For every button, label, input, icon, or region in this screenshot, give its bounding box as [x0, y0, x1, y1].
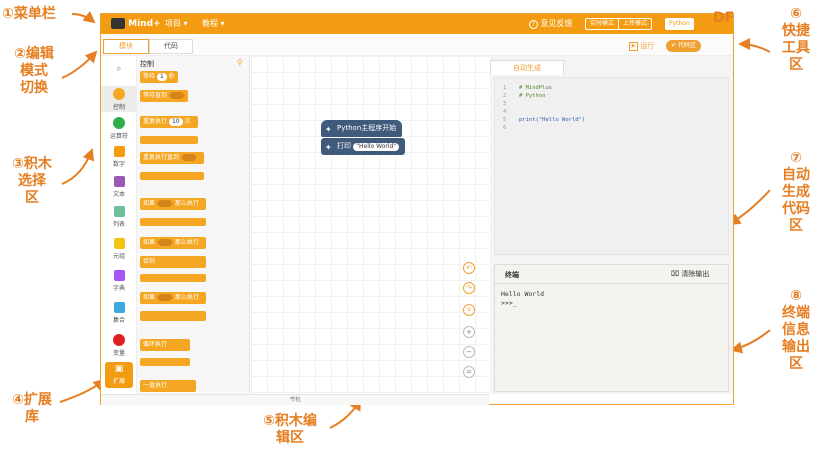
flyout-title: 控制: [140, 59, 154, 69]
clear-output-button[interactable]: ⌧ 清除输出: [671, 269, 709, 279]
terminal-title: 终端: [505, 270, 519, 280]
code-line: 5print("Hello World"): [503, 116, 728, 124]
block-forever[interactable]: 一直执行: [140, 380, 196, 392]
python-mode-button[interactable]: Python: [665, 18, 694, 30]
code-area-toggle[interactable]: ✔ 代码区: [666, 40, 701, 52]
code-area[interactable]: 1# MindPlus2# Python345print("Hello Worl…: [494, 77, 729, 255]
tuple-icon: [114, 238, 125, 249]
extension-icon: ▣: [105, 362, 133, 376]
category-dot: [113, 88, 125, 100]
backpack-bar[interactable]: 书包: [101, 394, 489, 405]
question-icon: ?: [529, 20, 538, 29]
terminal-output[interactable]: Hello World >>>_: [501, 290, 544, 308]
block-loop[interactable]: 循环执行: [140, 339, 190, 351]
category-operators[interactable]: 运算符: [101, 117, 137, 140]
python-icon: ✦: [325, 141, 332, 154]
code-lines: 1# MindPlus2# Python345print("Hello Worl…: [495, 78, 728, 132]
text-icon: [114, 176, 125, 187]
category-control[interactable]: 控制: [101, 86, 137, 112]
category-set[interactable]: 集合: [101, 302, 137, 324]
pin-icon[interactable]: ⚲: [237, 58, 243, 67]
list-icon: [114, 206, 125, 217]
app-logo: Mind+: [111, 17, 161, 31]
set-icon: [114, 302, 125, 313]
line-text: # MindPlus: [519, 85, 552, 91]
undo-icon[interactable]: ↶: [463, 262, 475, 274]
right-panel: 自动生成 1# MindPlus2# Python345print("Hello…: [490, 56, 733, 394]
terminal-prompt: >>>_: [501, 299, 544, 308]
menu-bar: Mind+ 项目 ▾ 教程 ▾ ? 意见反馈 实时模式 上传模式 Python …: [101, 14, 733, 34]
block-wait-until[interactable]: 等待直到: [140, 90, 188, 102]
block-repeat-until[interactable]: 重复执行直到: [140, 152, 204, 164]
block-if-else[interactable]: 如果 那么执行: [140, 237, 206, 249]
block-repeat-until-end: [140, 172, 204, 180]
extensions-button[interactable]: ▣ 扩展: [105, 362, 133, 388]
terminal-line: Hello World: [501, 290, 544, 299]
search-icon[interactable]: ⌕: [101, 64, 137, 74]
block-if-else-end: [140, 274, 206, 282]
crop-icon[interactable]: ⌗: [463, 304, 475, 316]
mindplus-window: Mind+ 项目 ▾ 教程 ▾ ? 意见反馈 实时模式 上传模式 Python …: [100, 13, 734, 405]
realtime-mode-button[interactable]: 实时模式: [586, 19, 619, 29]
category-dot: [113, 334, 125, 346]
line-number: 5: [503, 116, 519, 124]
block-repeat-end: [140, 136, 198, 144]
line-number: 4: [503, 108, 519, 116]
run-button[interactable]: ▶ 运行: [629, 40, 654, 52]
block-python-main[interactable]: ✦ Python主程序开始: [321, 120, 402, 137]
play-icon: ▶: [629, 42, 638, 51]
line-number: 3: [503, 100, 519, 108]
line-text: # Python: [519, 93, 546, 99]
block-if-end: [140, 218, 206, 226]
number-icon: [114, 146, 125, 157]
category-variable[interactable]: 变量: [101, 334, 137, 357]
terminal: 终端 ⌧ 清除输出 Hello World >>>_: [494, 264, 729, 392]
python-icon: ✦: [325, 123, 332, 136]
zoom-out-icon[interactable]: −: [463, 346, 475, 358]
block-if-else-2-end: [140, 311, 206, 321]
tab-code[interactable]: 代码: [149, 39, 193, 54]
check-icon: ✔: [671, 42, 676, 49]
redo-icon[interactable]: ↷: [463, 282, 475, 294]
block-print[interactable]: ✦ 打印 "Hello World": [321, 138, 405, 155]
category-dict[interactable]: 字典: [101, 270, 137, 292]
code-line: 4: [503, 108, 728, 116]
reset-zoom-icon[interactable]: =: [463, 366, 475, 378]
code-line: 2# Python: [503, 92, 728, 100]
code-line: 3: [503, 100, 728, 108]
block-if-else-2[interactable]: 如果 那么执行: [140, 292, 206, 304]
line-number: 1: [503, 84, 519, 92]
dict-icon: [114, 270, 125, 281]
block-repeat[interactable]: 重复执行 10 次: [140, 116, 198, 128]
block-workspace[interactable]: ✦ Python主程序开始 ✦ 打印 "Hello World" ↶ ↷ ⌗ +…: [251, 56, 489, 394]
tab-blocks[interactable]: 模块: [103, 39, 149, 54]
mode-switch: 实时模式 上传模式: [585, 18, 652, 30]
menu-project[interactable]: 项目 ▾: [165, 18, 188, 29]
line-text: print("Hello World"): [519, 117, 585, 123]
block-loop-end: [140, 358, 190, 366]
block-flyout: 控制 ⚲ 等待 1 秒 等待直到 重复执行 10 次 重复执行直到 如果 那么执…: [137, 56, 250, 394]
block-else: 否则: [140, 256, 206, 268]
category-text[interactable]: 文本: [101, 176, 137, 198]
code-line: 6: [503, 124, 728, 132]
zoom-in-icon[interactable]: +: [463, 326, 475, 338]
brand-logo: DF: [713, 10, 734, 26]
feedback-link[interactable]: ? 意见反馈: [529, 18, 573, 29]
category-number[interactable]: 数字: [101, 146, 137, 168]
tab-auto-generate[interactable]: 自动生成: [490, 60, 564, 75]
line-number: 2: [503, 92, 519, 100]
block-wait[interactable]: 等待 1 秒: [140, 71, 178, 83]
line-number: 6: [503, 124, 519, 132]
upload-mode-button[interactable]: 上传模式: [619, 19, 651, 29]
category-dot: [113, 117, 125, 129]
terminal-divider: [495, 283, 728, 284]
category-tuple[interactable]: 元组: [101, 238, 137, 260]
clear-icon: ⌧: [671, 270, 679, 278]
block-if-then[interactable]: 如果 那么执行: [140, 198, 206, 210]
category-list[interactable]: 列表: [101, 206, 137, 228]
category-bar: ⌕ 控制 运算符 数字 文本 列表 元组 字典 集合 变量 ▣ 扩展: [101, 56, 137, 394]
menu-tutorial[interactable]: 教程 ▾: [202, 18, 225, 29]
code-line: 1# MindPlus: [503, 84, 728, 92]
mode-bar: 模块 代码 ▶ 运行 ✔ 代码区: [101, 36, 733, 56]
